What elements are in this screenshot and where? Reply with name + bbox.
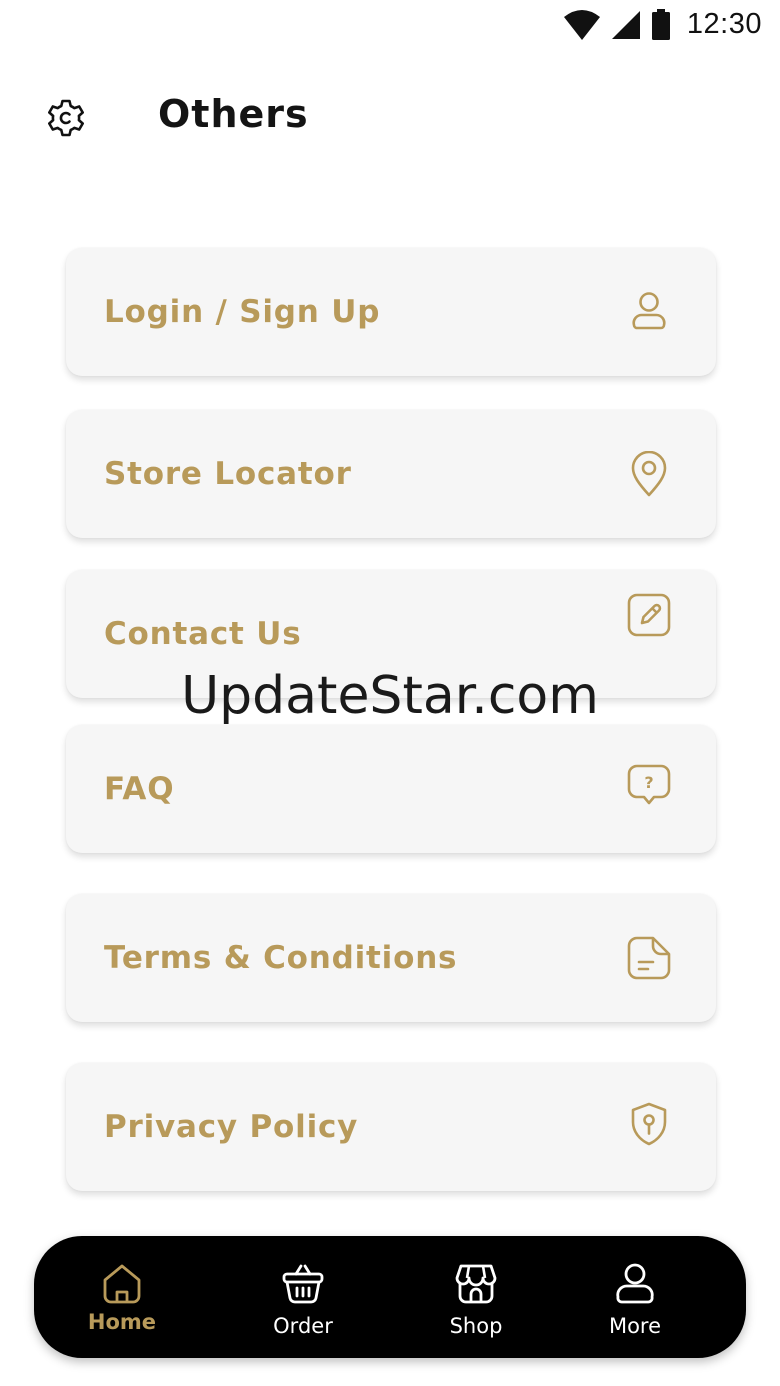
menu-item-contact-us[interactable]: Contact Us	[66, 570, 716, 698]
nav-more[interactable]: More	[575, 1236, 695, 1358]
document-icon	[626, 935, 672, 981]
menu-item-label: Login / Sign Up	[104, 294, 381, 330]
menu-item-label: Store Locator	[104, 456, 352, 492]
menu-item-label: Privacy Policy	[104, 1109, 359, 1145]
battery-icon	[651, 8, 671, 41]
header: Others	[0, 90, 780, 150]
nav-home[interactable]: Home	[62, 1236, 182, 1358]
user-icon	[626, 289, 672, 335]
store-icon	[454, 1262, 498, 1306]
page-title: Others	[158, 92, 309, 136]
menu-item-terms[interactable]: Terms & Conditions	[66, 894, 716, 1022]
menu-item-label: Contact Us	[104, 616, 302, 652]
edit-icon	[626, 592, 672, 638]
status-time: 12:30	[686, 8, 762, 40]
gear-icon	[46, 98, 86, 142]
nav-label: Order	[273, 1314, 333, 1338]
menu-item-login[interactable]: Login / Sign Up	[66, 248, 716, 376]
bottom-nav: Home Order Shop More	[34, 1236, 746, 1358]
nav-label: Home	[87, 1310, 157, 1334]
location-pin-icon	[626, 451, 672, 497]
user-icon	[613, 1262, 657, 1306]
home-icon	[100, 1262, 144, 1306]
settings-button[interactable]	[44, 98, 88, 142]
menu-item-label: FAQ	[104, 771, 175, 807]
cellular-signal-icon	[611, 10, 641, 40]
menu-item-label: Terms & Conditions	[104, 940, 458, 976]
nav-order[interactable]: Order	[243, 1236, 363, 1358]
basket-icon	[281, 1262, 325, 1306]
svg-text:?: ?	[644, 773, 653, 792]
wifi-icon	[563, 9, 601, 41]
status-icons: 12:30	[563, 8, 762, 41]
nav-label: More	[608, 1314, 662, 1338]
menu-item-faq[interactable]: FAQ ?	[66, 725, 716, 853]
nav-shop[interactable]: Shop	[416, 1236, 536, 1358]
question-chat-icon: ?	[626, 763, 672, 809]
nav-label: Shop	[449, 1314, 503, 1338]
menu-item-privacy[interactable]: Privacy Policy	[66, 1063, 716, 1191]
menu-item-store-locator[interactable]: Store Locator	[66, 410, 716, 538]
status-bar: 12:30	[0, 0, 780, 56]
shield-icon	[626, 1101, 672, 1147]
